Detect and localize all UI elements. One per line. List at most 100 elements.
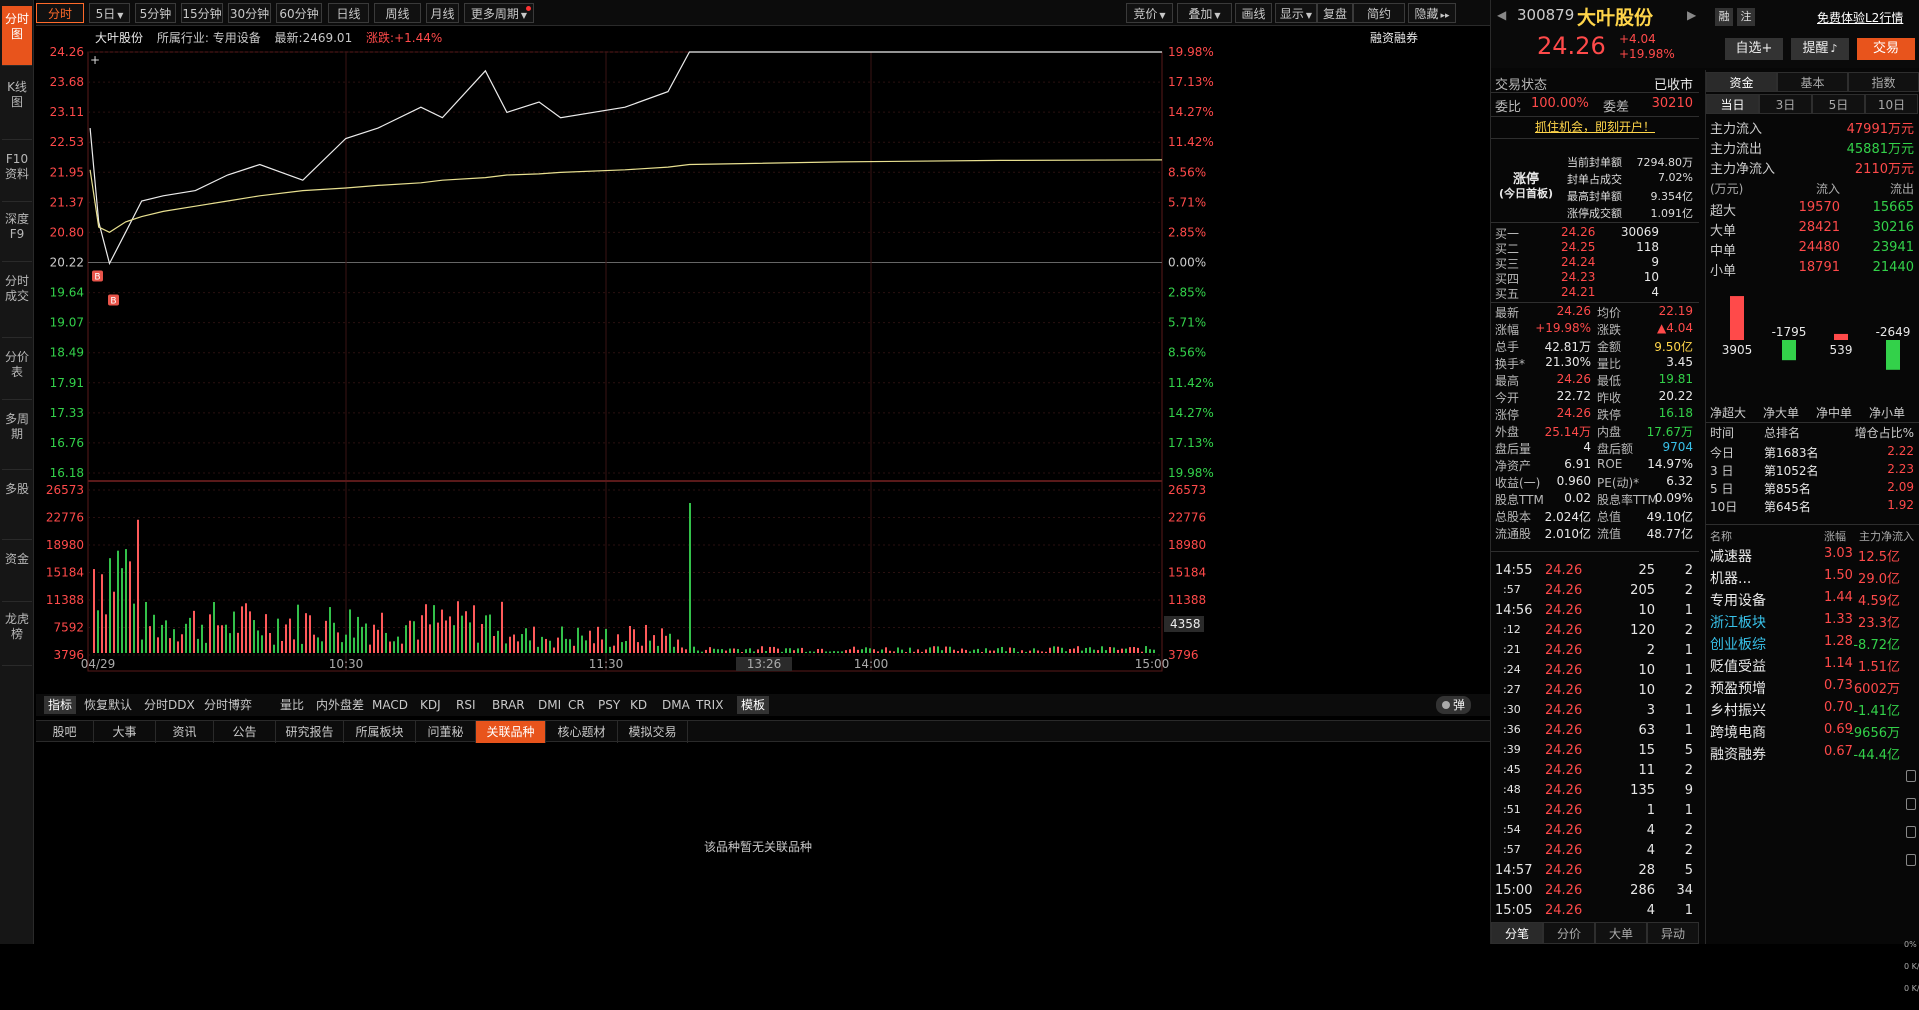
stat-value-2: 22.19: [1658, 304, 1693, 318]
sidebar-item-1[interactable]: K线图: [2, 74, 32, 140]
indicator-6[interactable]: MACD: [372, 696, 408, 714]
indicator-10[interactable]: DMI: [538, 696, 561, 714]
rong-button[interactable]: 融: [1715, 8, 1733, 26]
tool-button-2[interactable]: 画线: [1235, 3, 1272, 23]
tool-button-1[interactable]: 叠加 ▼: [1177, 3, 1232, 23]
pin-icon[interactable]: [1906, 770, 1916, 782]
prev-stock-icon[interactable]: ◀: [1497, 8, 1506, 22]
indicator-0[interactable]: 指标: [44, 696, 77, 714]
indicator-9[interactable]: BRAR: [492, 696, 525, 714]
sector-name[interactable]: 创业板综: [1710, 634, 1766, 654]
sector-name[interactable]: 跨境电商: [1710, 722, 1766, 742]
period-tab-3[interactable]: 15分钟: [181, 3, 223, 23]
tick-tab-1[interactable]: 分价: [1543, 922, 1595, 944]
sector-name[interactable]: 专用设备: [1710, 590, 1766, 610]
info-tab-7[interactable]: 关联品种: [476, 721, 546, 743]
period-tab-2[interactable]: 5分钟: [135, 3, 176, 23]
info-tab-5[interactable]: 所属板块: [344, 721, 416, 743]
info-tab-1[interactable]: 大事: [94, 721, 156, 743]
info-tab-4[interactable]: 研究报告: [276, 721, 344, 743]
sidebar-item-9[interactable]: 龙虎榜: [2, 606, 32, 666]
indicator-11[interactable]: CR: [568, 696, 585, 714]
period-tab-7[interactable]: 周线: [374, 3, 421, 23]
trade-button[interactable]: 交易: [1857, 38, 1915, 60]
link-icon[interactable]: [1906, 798, 1916, 810]
l2-trial-link[interactable]: 免费体验L2行情: [1817, 9, 1903, 26]
fund-tab-2[interactable]: 指数: [1848, 72, 1919, 92]
sector-name[interactable]: 预盈预增: [1710, 678, 1766, 698]
lock-icon[interactable]: [1906, 854, 1916, 866]
margin-trading-label[interactable]: 融资融券: [1370, 29, 1418, 46]
tool-button-5[interactable]: 简约: [1353, 3, 1405, 23]
sector-name[interactable]: 浙江板块: [1710, 612, 1766, 632]
sidebar-item-6[interactable]: 多周期: [2, 406, 32, 470]
sector-name[interactable]: 融资融券: [1710, 744, 1766, 764]
sector-name[interactable]: 减速器: [1710, 546, 1752, 566]
sector-name[interactable]: 贬值受益: [1710, 656, 1766, 676]
sidebar-item-4[interactable]: 分时成交: [2, 268, 32, 338]
period-tab-label: 5分钟: [139, 7, 172, 21]
tool-button-6[interactable]: 隐藏 ▸▸: [1408, 3, 1456, 23]
tick-tab-0[interactable]: 分笔: [1491, 922, 1543, 944]
sector-name[interactable]: 机器...: [1710, 568, 1751, 588]
indicator-16[interactable]: 模板: [737, 696, 770, 714]
period-tab-5[interactable]: 60分钟: [276, 3, 322, 23]
info-tabs: 股吧 大事 资讯 公告 研究报告 所属板块 问董秘 关联品种 核心题材 模拟交易: [36, 720, 1514, 743]
fund-tab-1[interactable]: 基本: [1777, 72, 1848, 92]
sidebar-item-7[interactable]: 多股: [2, 476, 32, 540]
sector-header[interactable]: 主力净流入: [1859, 528, 1914, 544]
next-stock-icon[interactable]: ▶: [1687, 8, 1696, 22]
indicator-4[interactable]: 量比: [280, 696, 304, 714]
net-flow-bar: [1886, 340, 1900, 370]
fund-period-0[interactable]: 当日: [1706, 94, 1759, 114]
period-tab-0[interactable]: 分时: [36, 3, 84, 23]
sidebar-item-3[interactable]: 深度F9: [2, 206, 32, 262]
sidebar-item-5[interactable]: 分价表: [2, 344, 32, 400]
period-tab-8[interactable]: 月线: [426, 3, 459, 23]
popup-toggle[interactable]: 弹: [1436, 696, 1472, 714]
sidebar-item-8[interactable]: 资金: [2, 546, 32, 602]
indicator-15[interactable]: TRIX: [696, 696, 723, 714]
indicator-8[interactable]: RSI: [456, 696, 476, 714]
tick-tab-3[interactable]: 异动: [1647, 922, 1699, 944]
indicator-5[interactable]: 内外盘差: [316, 696, 364, 714]
info-tab-8[interactable]: 核心题材: [546, 721, 618, 743]
fund-tab-0[interactable]: 资金: [1706, 72, 1777, 92]
period-tab-4[interactable]: 30分钟: [228, 3, 271, 23]
zhu-button[interactable]: 注: [1737, 8, 1755, 26]
sidebar-item-0[interactable]: 分时图: [2, 6, 32, 66]
reminder-button[interactable]: 提醒 ♪: [1791, 38, 1849, 60]
indicator-7[interactable]: KDJ: [420, 696, 441, 714]
period-tab-1[interactable]: 5日 ▼: [89, 3, 130, 23]
indicator-13[interactable]: KD: [630, 696, 647, 714]
price-tick-label: 17.91: [50, 376, 84, 390]
indicator-3[interactable]: 分时博弈: [204, 696, 252, 714]
tool-button-4[interactable]: 复盘: [1317, 3, 1353, 23]
sidebar-item-2[interactable]: F10资料: [2, 146, 32, 202]
fund-period-3[interactable]: 10日: [1865, 94, 1918, 114]
info-tab-9[interactable]: 模拟交易: [618, 721, 688, 743]
info-tab-2[interactable]: 资讯: [156, 721, 214, 743]
add-watchlist-button[interactable]: 自选+: [1725, 38, 1783, 60]
intraday-chart[interactable]: 24.26 19.98% 23.68 17.13% 23.11 14.27% 22.53 11…: [36, 26, 1514, 694]
info-tab-0[interactable]: 股吧: [36, 721, 94, 743]
info-tab-6[interactable]: 问董秘: [416, 721, 476, 743]
indicator-2[interactable]: 分时DDX: [144, 696, 195, 714]
open-account-ad[interactable]: 抓住机会，即刻开户！: [1491, 118, 1699, 135]
period-tab-9[interactable]: 更多周期 ▼: [464, 3, 534, 23]
indicator-1[interactable]: 恢复默认: [84, 696, 132, 714]
indicator-12[interactable]: PSY: [598, 696, 620, 714]
sector-name[interactable]: 乡村振兴: [1710, 700, 1766, 720]
fund-period-2[interactable]: 5日: [1812, 94, 1865, 114]
sector-header[interactable]: 涨幅: [1824, 528, 1846, 544]
fund-period-1[interactable]: 3日: [1759, 94, 1812, 114]
tool-button-0[interactable]: 竞价 ▼: [1126, 3, 1173, 23]
tool-button-3[interactable]: 显示 ▼: [1275, 3, 1317, 23]
sector-header[interactable]: 名称: [1710, 528, 1732, 544]
tick-tab-2[interactable]: 大单: [1595, 922, 1647, 944]
info-tab-3[interactable]: 公告: [214, 721, 276, 743]
period-tab-6[interactable]: 日线: [328, 3, 369, 23]
rank-period: 今日: [1710, 446, 1735, 460]
flag-icon[interactable]: [1906, 826, 1916, 838]
indicator-14[interactable]: DMA: [662, 696, 690, 714]
